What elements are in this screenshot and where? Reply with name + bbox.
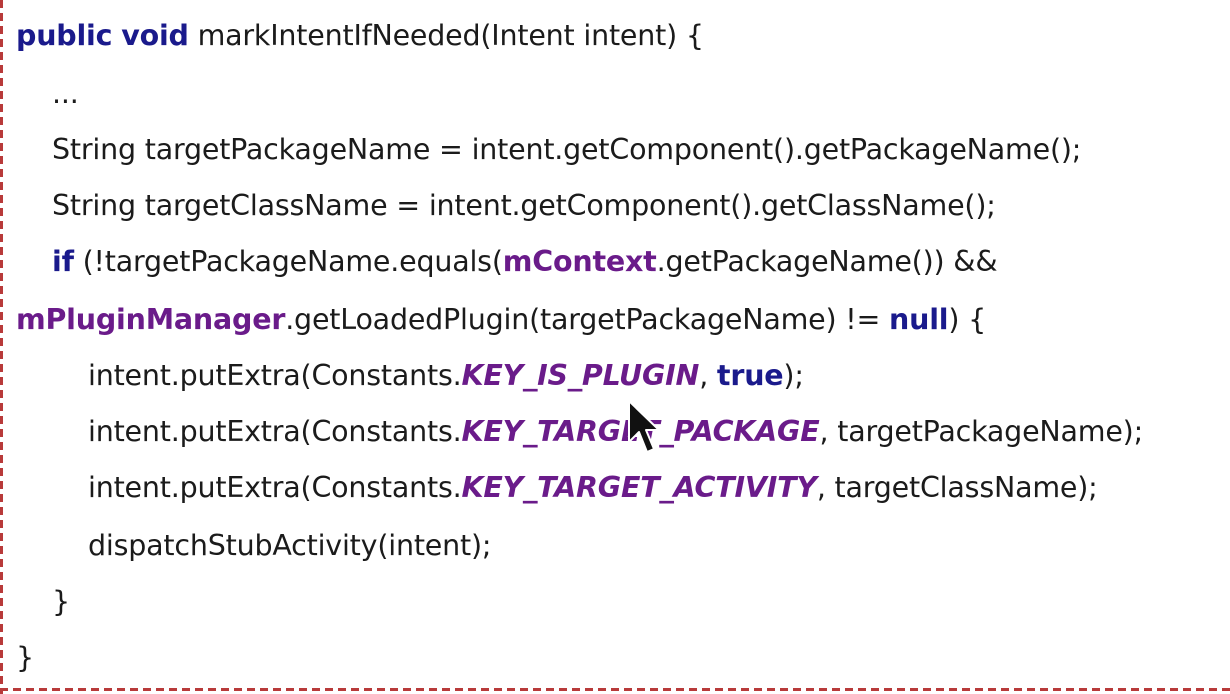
constant-name: KEY_IS_PLUGIN [461, 359, 700, 392]
code-text: , targetClassName); [816, 471, 1098, 504]
field-name: mPluginManager [16, 303, 286, 336]
code-text: } [16, 641, 34, 674]
code-text: markIntentIfNeeded(Intent intent) { [188, 19, 704, 52]
code-line-8: intent.putExtra(Constants.KEY_TARGET_PAC… [88, 412, 1143, 452]
code-text: .getLoadedPlugin(targetPackageName) != [285, 303, 890, 336]
constant-name: KEY_TARGET_ACTIVITY [461, 471, 818, 504]
code-text: dispatchStubActivity(intent); [88, 529, 492, 562]
keyword: null [889, 303, 949, 336]
code-text: String targetPackageName = intent.getCom… [52, 133, 1082, 166]
code-line-1: public void markIntentIfNeeded(Intent in… [16, 16, 704, 56]
code-text: , targetPackageName); [819, 415, 1144, 448]
dashed-border-left [0, 0, 3, 694]
code-text: .getPackageName()) && [656, 245, 998, 278]
code-text: String targetClassName = intent.getCompo… [52, 189, 996, 222]
code-text: ... [52, 77, 79, 110]
code-line-7: intent.putExtra(Constants.KEY_IS_PLUGIN,… [88, 356, 804, 396]
code-text: intent.putExtra(Constants. [88, 471, 462, 504]
code-text: } [52, 585, 70, 618]
mouse-pointer-icon [626, 398, 660, 460]
code-text: , [699, 359, 717, 392]
field-name: mContext [502, 245, 657, 278]
keyword: public [16, 19, 113, 52]
keyword: void [121, 19, 189, 52]
keyword: if [52, 245, 74, 278]
code-line-11: } [52, 582, 70, 622]
code-line-5: if (!targetPackageName.equals(mContext.g… [52, 242, 998, 282]
code-line-9: intent.putExtra(Constants.KEY_TARGET_ACT… [88, 468, 1098, 508]
code-text: (!targetPackageName.equals( [73, 245, 503, 278]
keyword: true [716, 359, 784, 392]
code-text: intent.putExtra(Constants. [88, 359, 462, 392]
code-text: ) { [948, 303, 987, 336]
code-line-6: mPluginManager.getLoadedPlugin(targetPac… [16, 300, 986, 340]
code-line-10: dispatchStubActivity(intent); [88, 526, 491, 566]
code-text: intent.putExtra(Constants. [88, 415, 462, 448]
code-line-4: String targetClassName = intent.getCompo… [52, 186, 996, 226]
dashed-border-bottom [0, 688, 1230, 691]
code-line-3: String targetPackageName = intent.getCom… [52, 130, 1081, 170]
code-line-2: ... [52, 74, 79, 114]
code-line-12: } [16, 638, 34, 678]
code-text: ); [783, 359, 804, 392]
code-slide: public void markIntentIfNeeded(Intent in… [0, 0, 1230, 694]
